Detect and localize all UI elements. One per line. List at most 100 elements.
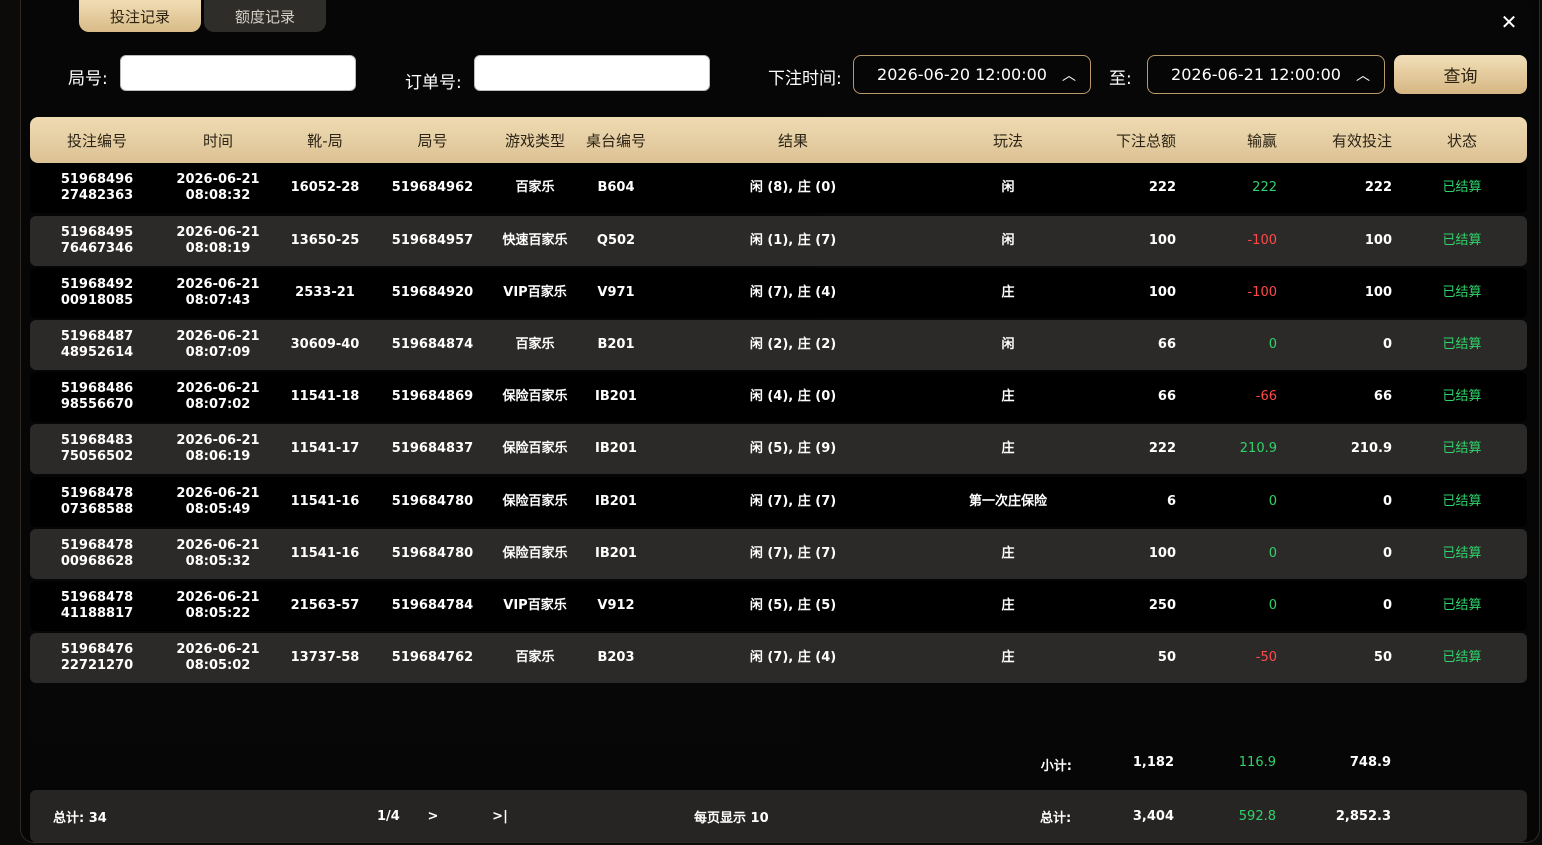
cell-time: 08:07:43 (185, 293, 251, 308)
cell-id: 51968478 07368588 (47, 477, 147, 527)
cell-id1: 51968478 (60, 538, 134, 553)
cell-id: 51968486 98556670 (47, 372, 147, 422)
cell-game: 百家乐 (515, 650, 555, 665)
cell-amount: 100 (1148, 233, 1176, 248)
cell-play: 第一次庄保险 (968, 494, 1047, 509)
start-time-picker[interactable]: 2026-06-20 12:00:00 ︿ (853, 55, 1091, 94)
cell-id: 51968487 48952614 (47, 320, 147, 370)
to-label: 至: (1109, 69, 1132, 89)
cell-id1: 51968478 (60, 486, 134, 501)
cell-time: 08:08:32 (185, 188, 251, 203)
cell-winloss: 210.9 (1239, 441, 1277, 456)
cell-dt: 2026-06-21 08:08:19 (168, 216, 268, 266)
cell-game: 百家乐 (515, 337, 555, 352)
total-label: 总计: (1040, 810, 1072, 826)
subtotal-valid: 748.9 (1349, 755, 1391, 770)
last-page-button[interactable]: >| (490, 790, 510, 842)
cell-round: 519684780 (391, 494, 474, 509)
table-row: 51968476 22721270 2026-06-21 08:05:02 13737-… (30, 633, 1527, 683)
end-time-picker[interactable]: 2026-06-21 12:00:00 ︿ (1147, 55, 1385, 94)
cell-id2: 00918085 (60, 293, 134, 308)
cell-id2: 41188817 (60, 606, 134, 621)
cell-valid: 222 (1364, 180, 1392, 195)
cell-amount: 100 (1148, 546, 1176, 561)
cell-time: 08:05:22 (185, 606, 251, 621)
cell-result: 闲 (4), 庄 (0) (749, 389, 837, 404)
chevron-up-icon: ︿ (1062, 68, 1076, 84)
cell-winloss: 0 (1268, 598, 1277, 613)
cell-play: 庄 (1001, 546, 1015, 561)
per-page-selector[interactable]: 每页显示 10 (694, 790, 769, 842)
cell-id2: 22721270 (60, 658, 134, 673)
query-button[interactable]: 查询 (1394, 55, 1527, 94)
cell-winloss: -100 (1247, 285, 1277, 300)
cell-result: 闲 (7), 庄 (4) (749, 650, 837, 665)
next-page-button[interactable]: > (424, 790, 442, 842)
total-count: 总计: 34 (53, 810, 107, 826)
table-row: 51968487 48952614 2026-06-21 08:07:09 30609-… (30, 320, 1527, 370)
cell-play: 庄 (1001, 285, 1015, 300)
tab-credit-records[interactable]: 额度记录 (204, 0, 326, 32)
close-icon[interactable]: ✕ (1497, 10, 1521, 34)
cell-id2: 48952614 (60, 345, 134, 360)
cell-winloss: 0 (1268, 546, 1277, 561)
cell-amount: 100 (1148, 285, 1176, 300)
total-valid: 2,852.3 (1335, 808, 1391, 824)
cell-result: 闲 (2), 庄 (2) (749, 337, 837, 352)
cell-time: 08:05:49 (185, 502, 251, 517)
cell-id2: 07368588 (60, 502, 134, 517)
tab-bet-records[interactable]: 投注记录 (79, 0, 201, 32)
cell-shoe: 11541-18 (290, 389, 360, 404)
cell-game: 保险百家乐 (502, 546, 568, 561)
cell-game: 保险百家乐 (502, 441, 568, 456)
cell-date: 2026-06-21 (176, 277, 260, 292)
cell-id1: 51968486 (60, 381, 134, 396)
cell-winloss: -50 (1255, 650, 1277, 665)
cell-valid: 0 (1382, 337, 1392, 352)
cell-date: 2026-06-21 (176, 433, 260, 448)
cell-time: 08:06:19 (185, 449, 251, 464)
order-input[interactable] (474, 55, 710, 91)
cell-dt: 2026-06-21 08:08:32 (168, 163, 268, 213)
cell-amount: 66 (1157, 337, 1176, 352)
cell-play: 闲 (1001, 180, 1015, 195)
cell-game: VIP百家乐 (503, 285, 567, 300)
cell-id1: 51968496 (60, 172, 134, 187)
cell-shoe: 11541-17 (290, 441, 360, 456)
table-row: 51968478 00968628 2026-06-21 08:05:32 11541-… (30, 529, 1527, 579)
cell-id: 51968476 22721270 (47, 633, 147, 683)
cell-date: 2026-06-21 (176, 329, 260, 344)
cell-play: 庄 (1001, 650, 1015, 665)
cell-shoe: 11541-16 (290, 546, 360, 561)
table-row: 51968478 41188817 2026-06-21 08:05:22 21563-… (30, 581, 1527, 631)
cell-id1: 51968487 (60, 329, 134, 344)
column-header: 靴-局 (307, 131, 343, 150)
table-row: 51968492 00918085 2026-06-21 08:07:43 2533-2… (30, 268, 1527, 318)
cell-time: 08:07:09 (185, 345, 251, 360)
cell-status: 已结算 (1442, 546, 1482, 561)
column-header: 投注编号 (66, 131, 127, 150)
cell-winloss: 0 (1268, 337, 1277, 352)
cell-valid: 66 (1373, 389, 1392, 404)
cell-status: 已结算 (1442, 337, 1482, 352)
subtotal-winloss: 116.9 (1238, 755, 1276, 770)
cell-date: 2026-06-21 (176, 486, 260, 501)
cell-result: 闲 (5), 庄 (5) (749, 598, 837, 613)
round-input[interactable] (120, 55, 356, 91)
cell-time: 08:05:02 (185, 658, 251, 673)
cell-shoe: 16052-28 (290, 180, 360, 195)
cell-status: 已结算 (1442, 285, 1482, 300)
cell-shoe: 30609-40 (290, 337, 360, 352)
cell-result: 闲 (1), 庄 (7) (749, 233, 837, 248)
cell-shoe: 13650-25 (290, 233, 360, 248)
cell-amount: 222 (1148, 180, 1176, 195)
bet-time-label: 下注时间: (768, 69, 842, 89)
page-indicator: 1/4 (377, 808, 400, 824)
cell-table: B604 (597, 180, 635, 195)
round-label: 局号: (68, 69, 108, 89)
column-header: 局号 (417, 131, 448, 150)
cell-id2: 75056502 (60, 449, 134, 464)
cell-dt: 2026-06-21 08:07:09 (168, 320, 268, 370)
table-row: 51968478 07368588 2026-06-21 08:05:49 11541-… (30, 477, 1527, 527)
cell-valid: 0 (1382, 546, 1392, 561)
